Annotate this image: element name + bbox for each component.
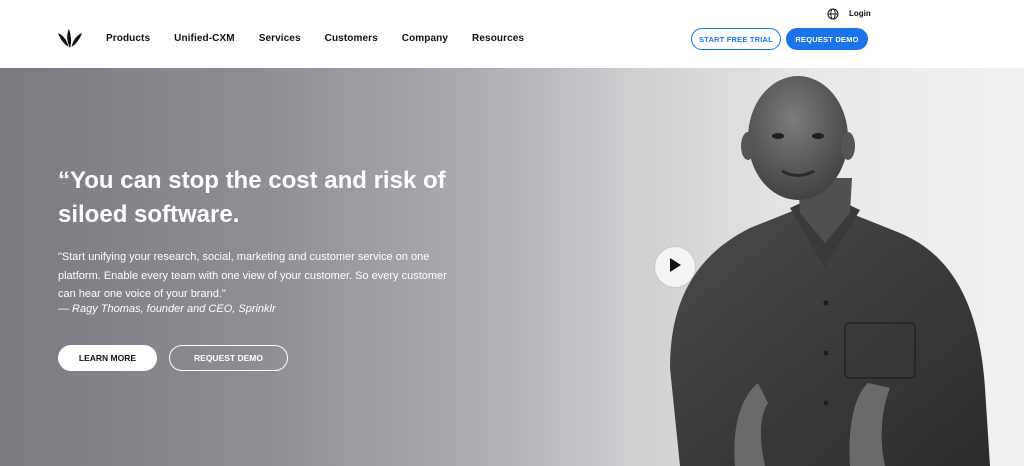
request-demo-hero-button[interactable]: REQUEST DEMO: [169, 345, 288, 371]
nav-item-services[interactable]: Services: [259, 33, 301, 44]
sprinklr-logo[interactable]: [57, 27, 83, 49]
nav-item-customers[interactable]: Customers: [325, 33, 378, 44]
request-demo-header-button[interactable]: REQUEST DEMO: [786, 28, 868, 50]
hero-headline: “You can stop the cost and risk of siloe…: [58, 167, 446, 228]
learn-more-button[interactable]: LEARN MORE: [58, 345, 157, 371]
hero-section: “You can stop the cost and risk of siloe…: [0, 68, 1024, 466]
start-free-trial-button[interactable]: START FREE TRIAL: [691, 28, 781, 50]
quote-attribution: — Ragy Thomas, founder and CEO, Sprinklr: [58, 303, 276, 315]
login-link[interactable]: Login: [849, 9, 871, 18]
nav-item-unified-cxm[interactable]: Unified-CXM: [174, 33, 235, 44]
nav-item-products[interactable]: Products: [106, 33, 150, 44]
nav-item-resources[interactable]: Resources: [472, 33, 524, 44]
play-video-button[interactable]: [655, 247, 695, 287]
speaker-photo: [670, 76, 990, 466]
main-nav: Products Unified-CXM Services Customers …: [106, 33, 548, 44]
site-header: Login Products Unified-CXM Services Cust…: [0, 0, 1024, 68]
play-icon: [668, 257, 682, 278]
globe-icon[interactable]: [827, 7, 839, 20]
nav-item-company[interactable]: Company: [402, 33, 448, 44]
hero-quote: "Start unifying your research, social, m…: [58, 251, 447, 300]
